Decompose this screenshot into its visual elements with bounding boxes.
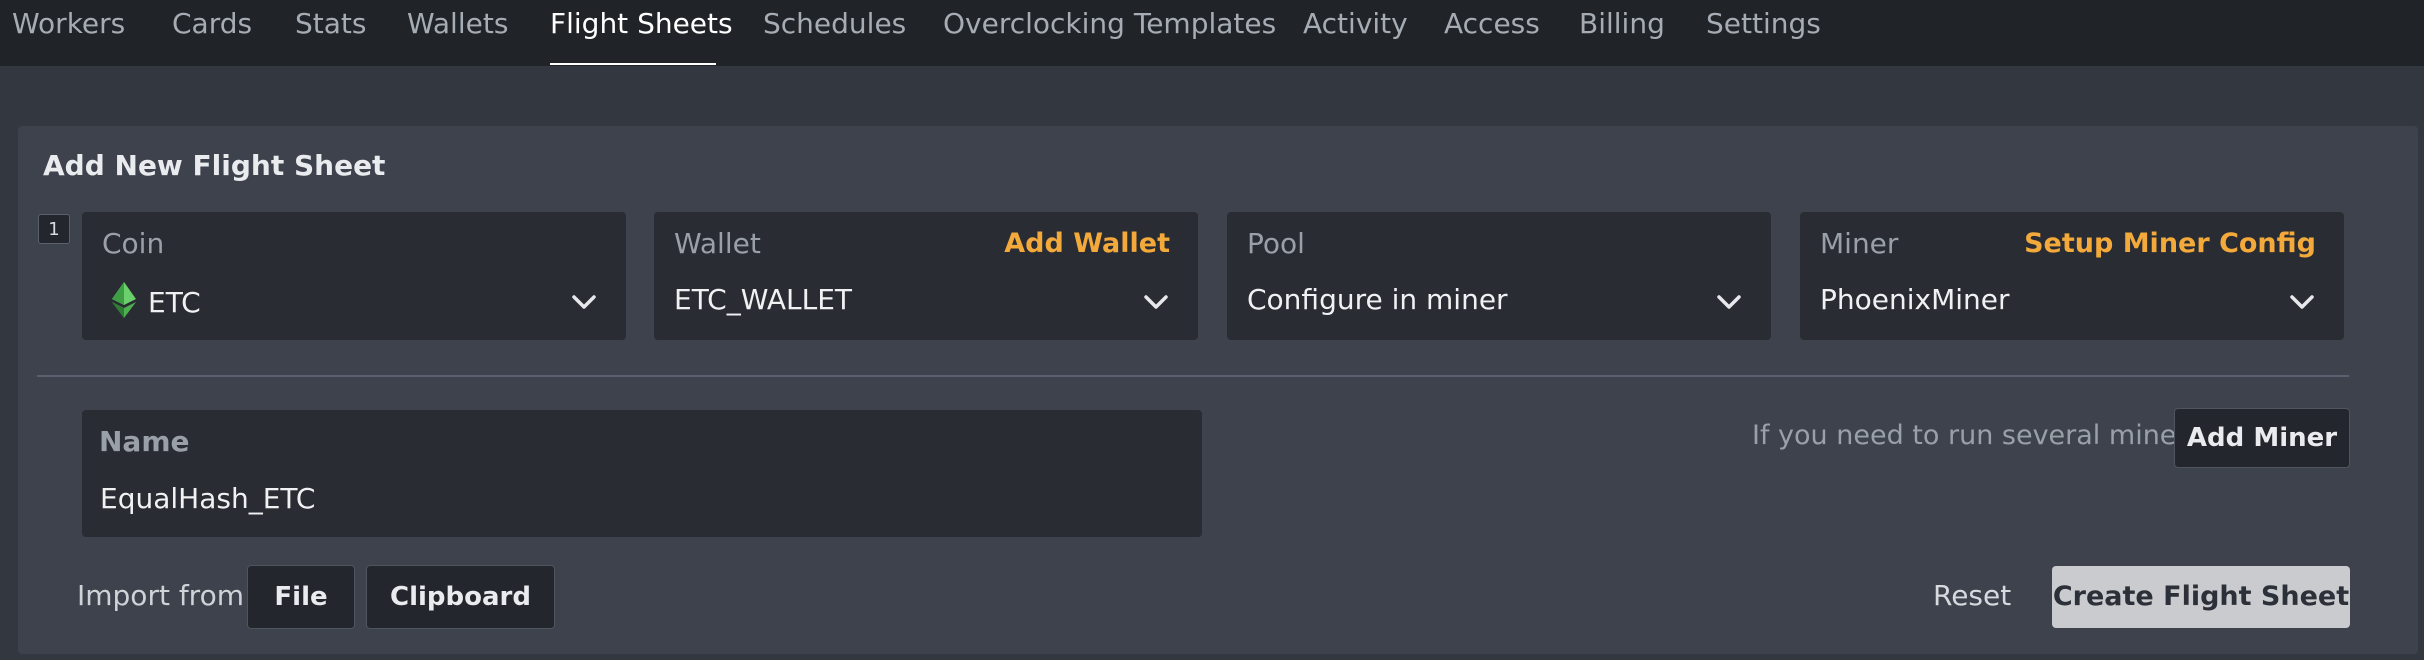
add-miner-button[interactable]: Add Miner bbox=[2174, 408, 2350, 468]
tab-flight-sheets[interactable]: Flight Sheets bbox=[550, 5, 733, 43]
pool-label: Pool bbox=[1247, 227, 1305, 260]
name-label: Name bbox=[99, 425, 190, 458]
chevron-down-icon bbox=[2290, 295, 2314, 309]
wallet-value: ETC_WALLET bbox=[674, 283, 853, 316]
add-miner-hint: If you need to run several miners bbox=[1752, 420, 2202, 451]
coin-value: ETC bbox=[112, 282, 201, 321]
tab-access[interactable]: Access bbox=[1444, 5, 1540, 43]
create-flight-sheet-button[interactable]: Create Flight Sheet bbox=[2052, 566, 2350, 628]
name-field: Name bbox=[82, 410, 1202, 537]
miner-select[interactable]: Miner Setup Miner Config PhoenixMiner bbox=[1800, 212, 2344, 340]
tab-settings[interactable]: Settings bbox=[1706, 5, 1821, 43]
tab-billing[interactable]: Billing bbox=[1579, 5, 1665, 43]
add-wallet-link[interactable]: Add Wallet bbox=[1004, 226, 1170, 262]
tab-overclocking-templates[interactable]: Overclocking Templates bbox=[943, 5, 1276, 43]
chevron-down-icon bbox=[1717, 295, 1741, 309]
tab-stats[interactable]: Stats bbox=[295, 5, 366, 43]
tab-workers[interactable]: Workers bbox=[12, 5, 125, 43]
chevron-down-icon bbox=[572, 295, 596, 309]
tab-cards[interactable]: Cards bbox=[172, 5, 252, 43]
import-clipboard-button[interactable]: Clipboard bbox=[366, 565, 555, 629]
tab-wallets[interactable]: Wallets bbox=[407, 5, 508, 43]
pool-value: Configure in miner bbox=[1247, 283, 1508, 316]
ethereum-classic-icon bbox=[112, 282, 136, 318]
section-divider bbox=[37, 375, 2349, 377]
miner-value: PhoenixMiner bbox=[1820, 283, 2010, 316]
reset-button[interactable]: Reset bbox=[1933, 578, 2011, 614]
miner-label: Miner bbox=[1820, 227, 1899, 260]
coin-name: ETC bbox=[148, 286, 201, 319]
top-navigation: Workers Cards Stats Wallets Flight Sheet… bbox=[0, 0, 2424, 66]
tab-activity[interactable]: Activity bbox=[1303, 5, 1408, 43]
wallet-label: Wallet bbox=[674, 227, 761, 260]
chevron-down-icon bbox=[1144, 295, 1168, 309]
coin-select[interactable]: Coin ETC bbox=[82, 212, 626, 340]
import-from-label: Import from bbox=[77, 579, 244, 612]
flight-sheet-name-input[interactable] bbox=[100, 478, 1180, 518]
setup-miner-config-link[interactable]: Setup Miner Config bbox=[2024, 226, 2316, 262]
pool-select[interactable]: Pool Configure in miner bbox=[1227, 212, 1771, 340]
tab-schedules[interactable]: Schedules bbox=[763, 5, 906, 43]
panel-title: Add New Flight Sheet bbox=[43, 149, 386, 182]
active-tab-indicator bbox=[550, 63, 716, 65]
step-number-badge: 1 bbox=[38, 214, 70, 244]
import-file-button[interactable]: File bbox=[247, 565, 355, 629]
coin-label: Coin bbox=[102, 227, 165, 260]
wallet-select[interactable]: Wallet Add Wallet ETC_WALLET bbox=[654, 212, 1198, 340]
